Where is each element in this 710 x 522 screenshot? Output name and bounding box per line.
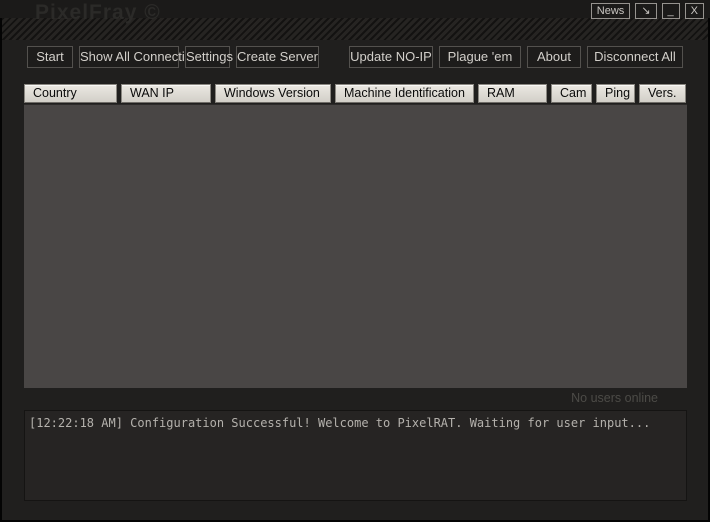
log-panel[interactable]: [12:22:18 AM] Configuration Successful! … [24,410,687,501]
toolbar: Start Show All Connections Settings Crea… [27,46,683,68]
status-text: No users online [571,391,658,405]
column-header-wan-ip[interactable]: WAN IP [121,84,211,103]
column-header-ram[interactable]: RAM [478,84,547,103]
column-header-country[interactable]: Country [24,84,117,103]
update-noip-button[interactable]: Update NO-IP [349,46,433,68]
window-controls: News ↘ _ X [591,3,704,19]
connections-table-header: Country WAN IP Windows Version Machine I… [24,84,686,103]
create-server-button[interactable]: Create Server [236,46,319,68]
plague-em-button[interactable]: Plague 'em [439,46,521,68]
disconnect-all-button[interactable]: Disconnect All [587,46,683,68]
resize-arrow-icon[interactable]: ↘ [635,3,656,19]
column-header-windows-version[interactable]: Windows Version [215,84,331,103]
column-header-ping[interactable]: Ping [596,84,635,103]
titlebar[interactable]: PixelFray © News ↘ _ X [0,0,710,18]
column-header-vers[interactable]: Vers. [639,84,686,103]
log-entry: [12:22:18 AM] Configuration Successful! … [29,416,682,430]
column-header-cam[interactable]: Cam [551,84,592,103]
column-header-machine-identification[interactable]: Machine Identification [335,84,474,103]
news-button[interactable]: News [591,3,631,19]
start-button[interactable]: Start [27,46,73,68]
minimize-button[interactable]: _ [662,3,680,19]
settings-button[interactable]: Settings [185,46,230,68]
show-all-connections-button[interactable]: Show All Connections [79,46,179,68]
connections-table-body[interactable] [24,104,687,388]
close-button[interactable]: X [685,3,704,19]
app-window: PixelFray © News ↘ _ X Start Show All Co… [0,0,710,522]
app-title: PixelFray © [35,1,161,25]
about-button[interactable]: About [527,46,581,68]
